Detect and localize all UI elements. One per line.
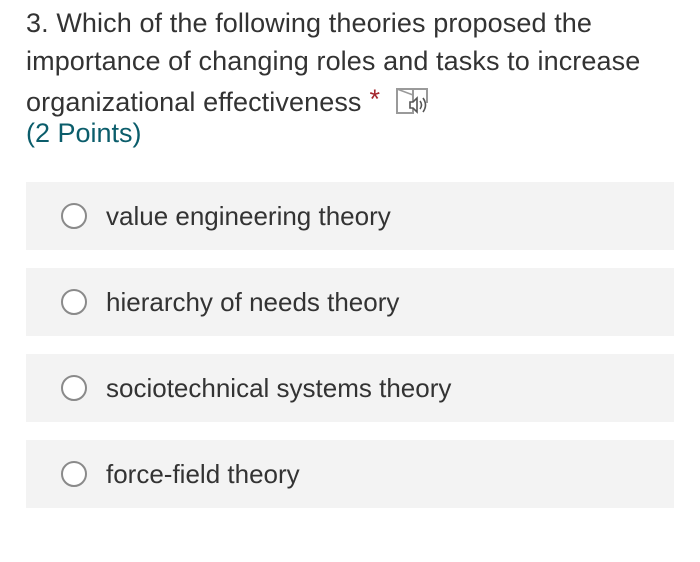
option-label: hierarchy of needs theory bbox=[106, 287, 400, 317]
option-value-engineering[interactable]: value engineering theory bbox=[26, 182, 674, 250]
question-points: (2 Points) bbox=[26, 118, 142, 148]
radio-button[interactable] bbox=[61, 375, 87, 401]
option-label: sociotechnical systems theory bbox=[106, 373, 452, 403]
radio-button[interactable] bbox=[61, 461, 87, 487]
question-title: 3. Which of the following theories propo… bbox=[26, 4, 686, 121]
radio-button[interactable] bbox=[61, 203, 87, 229]
option-label: force-field theory bbox=[106, 459, 300, 489]
option-sociotechnical-systems[interactable]: sociotechnical systems theory bbox=[26, 354, 674, 422]
option-force-field[interactable]: force-field theory bbox=[26, 440, 674, 508]
immersive-reader-speaker-icon[interactable] bbox=[394, 85, 434, 119]
question-number: 3. bbox=[26, 8, 49, 38]
answer-options: value engineering theory hierarchy of ne… bbox=[26, 182, 674, 526]
radio-button[interactable] bbox=[61, 289, 87, 315]
option-hierarchy-of-needs[interactable]: hierarchy of needs theory bbox=[26, 268, 674, 336]
option-label: value engineering theory bbox=[106, 201, 391, 231]
required-asterisk: * bbox=[369, 84, 381, 114]
question-text: Which of the following theories proposed… bbox=[26, 8, 641, 117]
